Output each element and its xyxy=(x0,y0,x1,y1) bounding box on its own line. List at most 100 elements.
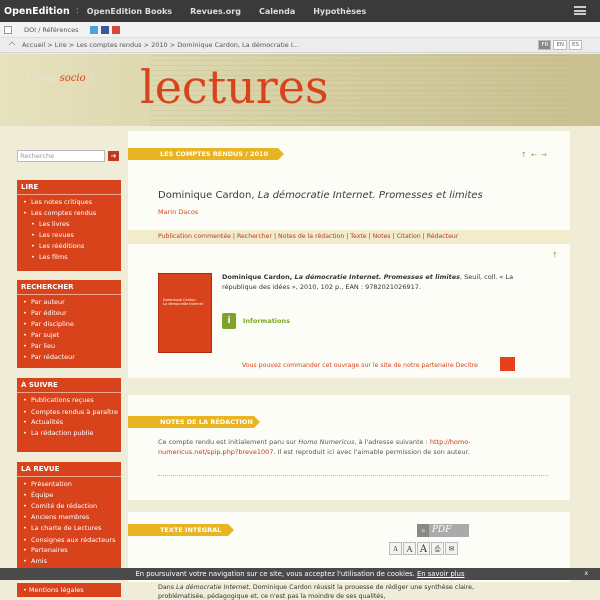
search-input[interactable]: Recherche xyxy=(17,150,105,162)
sidebar-item-livres[interactable]: Les livres xyxy=(23,219,121,230)
sidebar-item-mentions-legales[interactable]: Mentions légales xyxy=(17,583,121,597)
print-icon[interactable]: ⎙ xyxy=(431,542,444,555)
sidebar-box-lire: LIRE Les notes critiques Les comptes ren… xyxy=(17,180,121,271)
anchor-rechercher[interactable]: Rechercher xyxy=(237,233,272,240)
back-to-top: ↑ xyxy=(552,252,559,259)
menu-icon[interactable] xyxy=(574,6,586,15)
chevron-up-icon[interactable] xyxy=(8,41,16,49)
openedition-logo[interactable]: OpenEdition xyxy=(0,6,70,17)
sidebar-item-consignes[interactable]: Consignes aux rédacteurs xyxy=(23,534,121,545)
email-icon[interactable]: ✉ xyxy=(445,542,458,555)
arrow-left-icon[interactable]: ← xyxy=(531,152,538,159)
arrow-right-icon[interactable]: → xyxy=(541,152,548,159)
anchor-redacteur[interactable]: Rédacteur xyxy=(427,233,459,240)
order-book-link[interactable]: Vous pouvez commander cet ouvrage sur le… xyxy=(242,362,478,369)
site-name-prefix: / liens xyxy=(26,73,60,84)
note-source: Homo Numericus xyxy=(298,438,355,446)
facebook-icon[interactable] xyxy=(101,25,110,34)
section-title[interactable]: lectures xyxy=(140,60,329,114)
anchor-notes[interactable]: Notes xyxy=(373,233,391,240)
reviewer-name[interactable]: Marin Dacos xyxy=(158,208,198,216)
sidebar-heading-lire[interactable]: LIRE xyxy=(17,180,121,195)
share-buttons xyxy=(90,25,121,34)
sidebar-item-notes-critiques[interactable]: Les notes critiques xyxy=(23,197,121,208)
anchor-notes-redaction[interactable]: Notes de la rédaction xyxy=(278,233,344,240)
sidebar-item-par-editeur[interactable]: Par éditeur xyxy=(23,308,121,319)
sidebar-item-amis[interactable]: Amis xyxy=(23,556,121,567)
sidebar-box-a-suivre: À SUIVRE Publications reçues Comptes ren… xyxy=(17,378,121,452)
cookie-more-link[interactable]: En savoir plus xyxy=(417,570,465,578)
fulltext-ribbon: TEXTE INTÉGRAL xyxy=(128,524,234,536)
informations-link[interactable]: Informations xyxy=(243,317,290,325)
sidebar-item-par-auteur[interactable]: Par auteur xyxy=(23,297,121,308)
review-body: Dans La démocratie Internet, Dominique C… xyxy=(158,584,474,600)
sidebar-item-par-discipline[interactable]: Par discipline xyxy=(23,319,121,330)
font-size-controls: A A A ⎙ ✉ xyxy=(389,542,458,555)
editorial-note: Ce compte rendu est initialement paru su… xyxy=(158,437,548,457)
back-to-top-icon[interactable]: ↑ xyxy=(552,252,559,259)
sidebar-item-anciens-membres[interactable]: Anciens membres xyxy=(23,512,121,523)
anchor-texte[interactable]: Texte xyxy=(350,233,366,240)
sidebar-item-comptes-rendus[interactable]: Les comptes rendus xyxy=(23,208,121,219)
close-icon[interactable]: x xyxy=(584,568,588,580)
sidebar-item-par-sujet[interactable]: Par sujet xyxy=(23,330,121,341)
sidebar-item-redaction-publie[interactable]: La rédaction publie xyxy=(23,428,121,439)
nav-openedition-books[interactable]: OpenEdition Books xyxy=(87,7,172,16)
book-cover-text: Dominique Cardon La démocratie Internet xyxy=(163,298,209,306)
doi-references-link[interactable]: DOI / Références xyxy=(24,26,78,34)
sidebar-item-charte[interactable]: La charte de Lectures xyxy=(23,523,121,534)
document-icon xyxy=(4,25,12,34)
google-plus-icon[interactable] xyxy=(112,25,121,34)
sidebar-heading-rechercher[interactable]: RECHERCHER xyxy=(17,280,121,295)
twitter-icon[interactable] xyxy=(90,25,99,34)
cookie-banner: En poursuivant votre navigation sur ce s… xyxy=(0,568,600,580)
nav-hypotheses[interactable]: Hypothèses xyxy=(313,7,366,16)
pdf-download-button[interactable]: ⊡ PDF xyxy=(417,524,469,537)
lang-es[interactable]: ES xyxy=(569,40,582,50)
sidebar-item-partenaires[interactable]: Partenaires xyxy=(23,545,121,556)
nav-calenda[interactable]: Calenda xyxy=(259,7,295,16)
font-small-button[interactable]: A xyxy=(389,542,402,555)
decitre-logo-icon[interactable] xyxy=(500,357,515,371)
article-title: Dominique Cardon, La démocratie Internet… xyxy=(158,190,483,201)
breadcrumb[interactable]: Accueil > Lire > Les comptes rendus > 20… xyxy=(22,41,299,49)
sidebar-item-a-paraitre[interactable]: Comptes rendus à paraître xyxy=(23,406,121,417)
sidebar-heading-la-revue[interactable]: LA REVUE xyxy=(17,462,121,477)
arrow-up-icon[interactable]: ↑ xyxy=(521,152,528,159)
note-text-2: , à l'adresse suivante : xyxy=(354,438,430,446)
language-switcher: FR EN ES xyxy=(538,40,582,50)
sidebar-item-presentation[interactable]: Présentation xyxy=(23,479,121,490)
font-medium-button[interactable]: A xyxy=(403,542,416,555)
sidebar-item-films[interactable]: Les films xyxy=(23,252,121,263)
sidebar-item-publications-recues[interactable]: Publications reçues xyxy=(23,395,121,406)
anchor-citation[interactable]: Citation xyxy=(397,233,421,240)
book-cover-title: La démocratie Internet xyxy=(163,302,204,306)
sidebar-item-equipe[interactable]: Équipe xyxy=(23,490,121,501)
book-ref-title: La démocratie Internet. Promesses et lim… xyxy=(294,273,461,281)
font-large-button[interactable]: A xyxy=(417,542,430,555)
anchor-publication[interactable]: Publication commentée xyxy=(158,233,231,240)
article-title-book: La démocratie Internet. Promesses et lim… xyxy=(257,190,483,201)
information-icon[interactable]: i xyxy=(222,313,236,329)
nav-revues[interactable]: Revues.org xyxy=(190,7,241,16)
sidebar-item-actualites[interactable]: Actualités xyxy=(23,417,121,428)
lang-fr[interactable]: FR xyxy=(538,40,552,50)
breadcrumb-bar: Accueil > Lire > Les comptes rendus > 20… xyxy=(0,38,600,53)
sidebar-item-par-lieu[interactable]: Par lieu xyxy=(23,341,121,352)
topbar-separator: : xyxy=(75,6,79,16)
sidebar-heading-a-suivre[interactable]: À SUIVRE xyxy=(17,378,121,393)
sidebar-item-reeditions[interactable]: Les rééditions xyxy=(23,241,121,252)
book-ref-author: Dominique Cardon, xyxy=(222,273,295,281)
lang-en[interactable]: EN xyxy=(553,40,568,50)
book-cover[interactable]: Dominique Cardon La démocratie Internet xyxy=(158,273,212,353)
article-anchors: Publication commentée | Rechercher | Not… xyxy=(128,230,570,244)
site-name-suffix: / xyxy=(85,73,93,84)
sidebar-box-la-revue: LA REVUE Présentation Équipe Comité de r… xyxy=(17,462,121,576)
article-navigation: ↑ ← → xyxy=(521,152,548,159)
site-name[interactable]: / liens socio / xyxy=(26,73,92,84)
sidebar-item-par-redacteur[interactable]: Par rédacteur xyxy=(23,352,121,363)
body-book-title: La démocratie Internet xyxy=(176,584,249,591)
sidebar-item-comite[interactable]: Comité de rédaction xyxy=(23,501,121,512)
search-submit-button[interactable]: ➔ xyxy=(108,151,119,161)
sidebar-item-revues[interactable]: Les revues xyxy=(23,230,121,241)
